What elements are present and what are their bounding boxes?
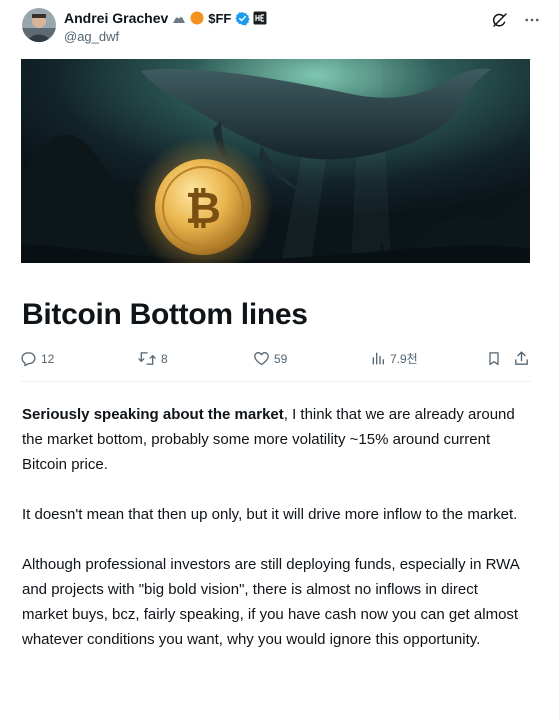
verified-badge-icon: [235, 11, 251, 26]
share-icon: [513, 350, 530, 367]
avatar[interactable]: [22, 8, 56, 42]
like-count: 59: [274, 351, 288, 366]
heart-icon: [253, 350, 270, 367]
paragraph-2-text: It doesn't mean that then up only, but i…: [22, 506, 518, 523]
paragraph-3: Although professional investors are stil…: [22, 552, 527, 652]
repost-button[interactable]: 8: [137, 350, 168, 367]
article-cover-image[interactable]: ₿: [21, 59, 530, 263]
author-display-name[interactable]: Andrei Grachev: [64, 10, 168, 26]
share-button[interactable]: [513, 350, 530, 367]
name-row: Andrei Grachev $FF: [64, 10, 267, 26]
affiliate-badge-icon[interactable]: [253, 11, 267, 25]
engagement-bar: 12 8 59 7.9천: [20, 350, 532, 372]
reply-count: 12: [41, 351, 55, 366]
orange-circle-icon: [190, 11, 204, 25]
repost-count: 8: [161, 351, 168, 366]
paragraph-1: Seriously speaking about the market, I t…: [22, 402, 527, 477]
svg-text:₿: ₿: [185, 183, 221, 234]
mountain-emoji-icon: [172, 11, 186, 25]
more-icon[interactable]: [522, 10, 542, 30]
author-header: Andrei Grachev $FF @ag_dwf: [22, 8, 542, 48]
bookmark-button[interactable]: [486, 350, 502, 367]
views-button[interactable]: 7.9천: [370, 350, 418, 367]
grok-icon[interactable]: [490, 10, 510, 30]
bookmark-icon: [486, 350, 502, 367]
article-body: Seriously speaking about the market, I t…: [22, 402, 527, 677]
reply-icon: [20, 350, 37, 367]
token-tag: $FF: [208, 10, 232, 26]
author-handle[interactable]: @ag_dwf: [64, 29, 119, 44]
paragraph-3-text: Although professional investors are stil…: [22, 556, 519, 648]
header-actions: [490, 10, 542, 30]
divider: [21, 381, 531, 382]
paragraph-1-bold-lead: Seriously speaking about the market: [22, 406, 284, 423]
like-button[interactable]: 59: [253, 350, 287, 367]
reply-button[interactable]: 12: [20, 350, 54, 367]
paragraph-2: It doesn't mean that then up only, but i…: [22, 502, 527, 527]
analytics-icon: [370, 350, 386, 367]
views-count: 7.9천: [390, 352, 418, 366]
article-title: Bitcoin Bottom lines: [22, 298, 308, 331]
article-card: Andrei Grachev $FF @ag_dwf ₿ Bitcoin Bot…: [0, 0, 560, 721]
repost-icon: [137, 350, 157, 367]
